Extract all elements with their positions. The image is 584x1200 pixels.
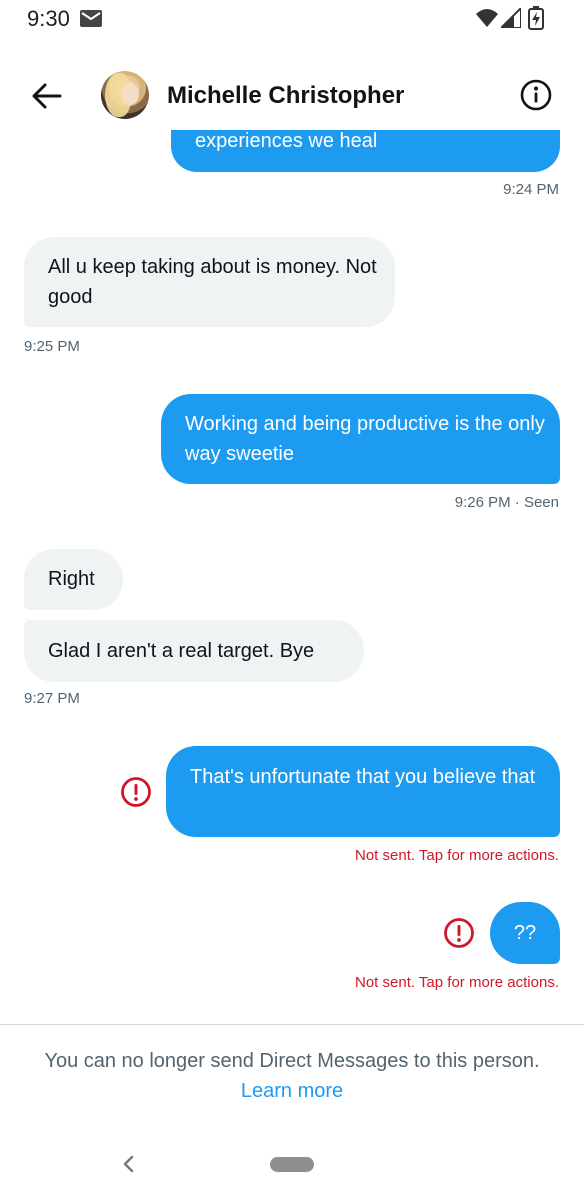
divider	[0, 1024, 584, 1025]
contact-name[interactable]: Michelle Christopher	[167, 82, 404, 110]
learn-more-link[interactable]: Learn more	[0, 1080, 584, 1103]
nav-home-pill[interactable]	[270, 1157, 314, 1172]
status-time: 9:30	[27, 6, 70, 31]
message-bubble-outgoing-failed[interactable]: That's unfortunate that you believe that	[166, 746, 560, 837]
error-alert-icon[interactable]	[120, 776, 152, 808]
mail-icon	[80, 10, 102, 27]
message-text: experiences we heal	[195, 130, 378, 152]
battery-charging-icon	[528, 6, 544, 30]
timestamp-seen: 9:26 PM · Seen	[454, 494, 559, 511]
timestamp: 9:27 PM	[24, 690, 80, 707]
info-icon[interactable]	[520, 79, 552, 111]
message-text: That's unfortunate that you believe that	[190, 766, 536, 788]
not-sent-notice[interactable]: Not sent. Tap for more actions.	[355, 974, 559, 991]
message-bubble-outgoing[interactable]: Working and being productive is the only…	[161, 394, 560, 484]
message-text: Right	[48, 568, 95, 590]
timestamp: 9:24 PM	[503, 181, 559, 198]
avatar[interactable]	[101, 71, 149, 119]
message-text: ??	[513, 922, 537, 944]
timestamp: 9:25 PM	[24, 338, 80, 355]
message-text: All u keep taking about is money. Not go…	[48, 256, 377, 308]
not-sent-notice[interactable]: Not sent. Tap for more actions.	[355, 847, 559, 864]
dm-disabled-message: You can no longer send Direct Messages t…	[44, 1050, 540, 1072]
back-button[interactable]	[30, 80, 64, 112]
wifi-icon	[476, 9, 498, 27]
signal-icon	[501, 8, 521, 28]
message-text: Glad I aren't a real target. Bye	[48, 640, 315, 662]
message-bubble-outgoing-failed[interactable]: ??	[490, 902, 560, 964]
nav-back-icon[interactable]	[118, 1152, 140, 1176]
error-alert-icon[interactable]	[443, 917, 475, 949]
message-bubble-incoming[interactable]: Right	[24, 549, 123, 610]
message-text: Working and being productive is the only…	[185, 413, 545, 465]
message-bubble-incoming[interactable]: Glad I aren't a real target. Bye	[24, 620, 364, 682]
message-bubble-incoming[interactable]: All u keep taking about is money. Not go…	[24, 237, 395, 327]
